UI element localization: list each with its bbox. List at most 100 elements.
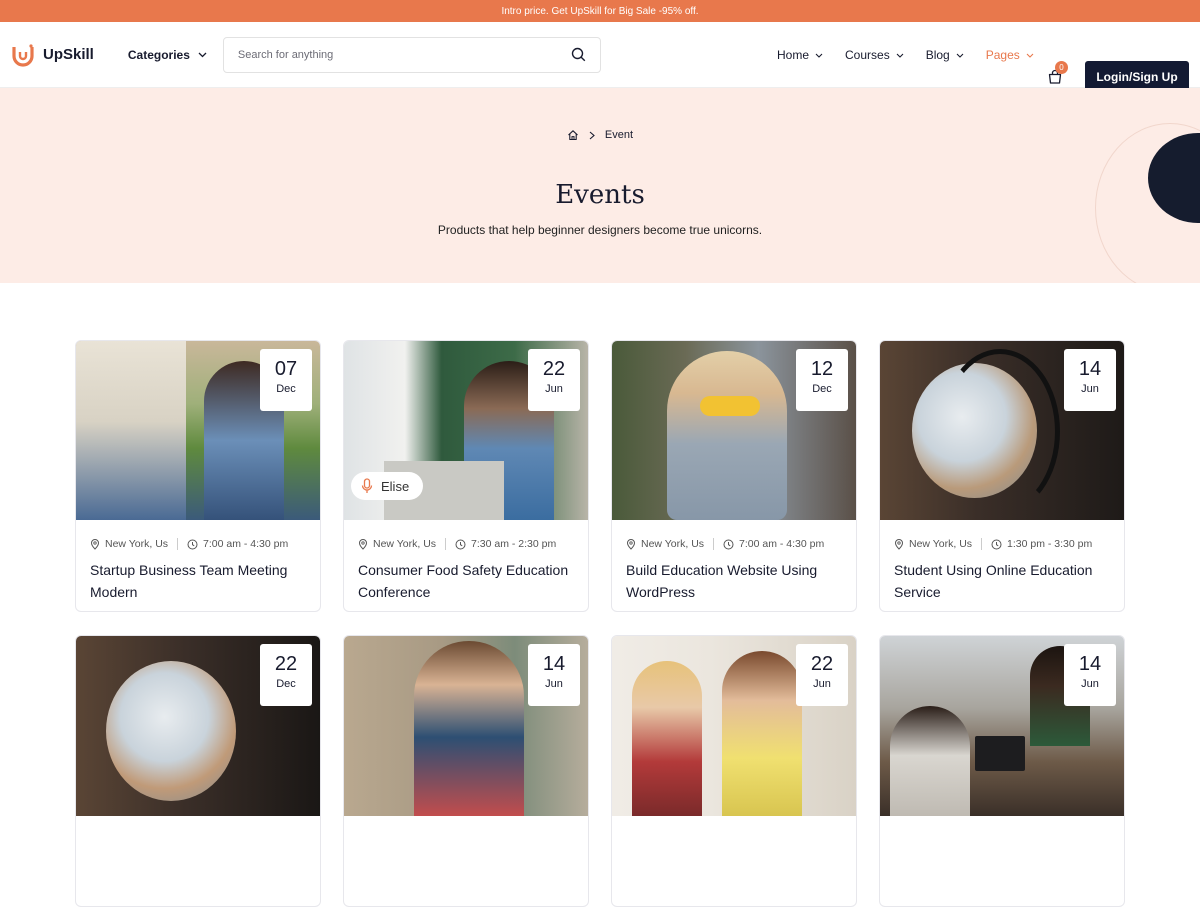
event-card[interactable]: 14 Jun xyxy=(879,635,1125,907)
home-icon[interactable] xyxy=(567,129,579,141)
event-time-text: 1:30 pm - 3:30 pm xyxy=(1007,538,1093,550)
event-month: Jun xyxy=(545,678,563,690)
logo[interactable]: UpSkill xyxy=(11,43,94,67)
event-image[interactable]: 14 Jun xyxy=(880,341,1124,520)
chevron-down-icon xyxy=(956,53,964,58)
event-card[interactable]: 12 Dec New York, Us 7:00 am - 4:30 pm Bu… xyxy=(611,340,857,612)
menu-item-label: Home xyxy=(777,48,810,62)
divider xyxy=(981,538,983,550)
event-image[interactable]: 14 Jun xyxy=(344,636,588,816)
event-title[interactable]: Build Education Website Using WordPress xyxy=(612,556,856,603)
divider xyxy=(445,538,447,550)
event-card[interactable]: 07 Dec New York, Us 7:00 am - 4:30 pm St… xyxy=(75,340,321,612)
menu-item-label: Pages xyxy=(985,48,1020,62)
breadcrumb: Event xyxy=(0,129,1200,141)
event-location-text: New York, Us xyxy=(105,538,169,550)
menu-item-courses[interactable]: Courses xyxy=(845,48,904,62)
location-pin-icon xyxy=(626,538,636,550)
event-date: 22 Jun xyxy=(796,644,848,706)
event-image[interactable]: 07 Dec xyxy=(76,341,320,520)
event-month: Jun xyxy=(545,383,563,395)
event-time-text: 7:00 am - 4:30 pm xyxy=(739,538,825,550)
event-card[interactable]: 14 Jun xyxy=(343,635,589,907)
event-card[interactable]: 22 Dec xyxy=(75,635,321,907)
event-card[interactable]: 14 Jun New York, Us 1:30 pm - 3:30 pm St… xyxy=(879,340,1125,612)
chevron-down-icon xyxy=(1026,53,1034,58)
search-icon[interactable] xyxy=(571,47,586,62)
categories-label: Categories xyxy=(127,47,190,62)
clock-icon xyxy=(187,539,198,549)
event-day: 22 xyxy=(810,653,834,675)
menu-item-home[interactable]: Home xyxy=(777,48,823,62)
page-hero: Event Events Products that help beginner… xyxy=(0,88,1200,283)
event-day: 14 xyxy=(1078,653,1102,675)
event-image[interactable]: 14 Jun xyxy=(880,636,1124,816)
event-title[interactable]: Startup Business Team Meeting Modern xyxy=(76,556,320,603)
location-pin-icon xyxy=(90,538,100,550)
event-time-text: 7:00 am - 4:30 pm xyxy=(203,538,289,550)
menu-item-label: Courses xyxy=(845,48,890,62)
event-day: 14 xyxy=(1078,358,1102,380)
breadcrumb-current: Event xyxy=(604,129,634,141)
location-pin-icon xyxy=(358,538,368,550)
event-location-text: New York, Us xyxy=(909,538,973,550)
clock-icon xyxy=(455,539,466,549)
event-location-text: New York, Us xyxy=(373,538,437,550)
event-time: 7:00 am - 4:30 pm xyxy=(187,538,288,550)
event-title[interactable]: Consumer Food Safety Education Conferenc… xyxy=(344,556,588,603)
speaker-badge: Elise xyxy=(351,472,424,500)
chevron-down-icon xyxy=(815,53,823,58)
microphone-icon xyxy=(361,478,373,493)
event-month: Dec xyxy=(276,383,296,395)
event-meta: New York, Us 7:00 am - 4:30 pm xyxy=(612,520,856,556)
event-month: Dec xyxy=(812,383,832,395)
menu-item-label: Blog xyxy=(925,48,950,62)
logo-text: UpSkill xyxy=(43,46,94,63)
event-day: 12 xyxy=(810,358,834,380)
search-input[interactable] xyxy=(237,48,538,61)
event-location-text: New York, Us xyxy=(641,538,705,550)
speaker-name: Elise xyxy=(381,478,410,494)
event-date: 07 Dec xyxy=(260,349,312,411)
menu-item-blog[interactable]: Blog xyxy=(926,48,964,62)
promo-text: Intro price. Get UpSkill for Big Sale -9… xyxy=(501,5,699,17)
event-date: 12 Dec xyxy=(796,349,848,411)
event-image[interactable]: 22 Dec xyxy=(76,636,320,816)
event-time-text: 7:30 am - 2:30 pm xyxy=(471,538,557,550)
event-day: 22 xyxy=(274,653,298,675)
promo-bar: Intro price. Get UpSkill for Big Sale -9… xyxy=(0,0,1200,22)
event-month: Dec xyxy=(276,678,296,690)
search-bar xyxy=(222,36,601,73)
event-image[interactable]: 12 Dec xyxy=(612,341,856,520)
event-meta: New York, Us 1:30 pm - 3:30 pm xyxy=(880,520,1124,556)
divider xyxy=(177,538,179,550)
event-day: 14 xyxy=(542,653,566,675)
menu-item-pages[interactable]: Pages xyxy=(986,48,1034,62)
events-grid: 07 Dec New York, Us 7:00 am - 4:30 pm St… xyxy=(75,340,1125,907)
event-day: 22 xyxy=(542,358,566,380)
event-image[interactable]: 22 Jun Elise xyxy=(344,341,588,520)
event-date: 14 Jun xyxy=(1064,349,1116,411)
cart-count-badge: 0 xyxy=(1055,61,1068,74)
divider xyxy=(713,538,715,550)
event-meta: New York, Us 7:30 am - 2:30 pm xyxy=(344,520,588,556)
event-location: New York, Us xyxy=(626,538,704,550)
page-title: Events xyxy=(555,180,645,210)
event-location: New York, Us xyxy=(90,538,168,550)
location-pin-icon xyxy=(894,538,904,550)
event-date: 14 Jun xyxy=(1064,644,1116,706)
event-month: Jun xyxy=(1081,678,1099,690)
event-location: New York, Us xyxy=(894,538,972,550)
event-time: 7:30 am - 2:30 pm xyxy=(455,538,556,550)
clock-icon xyxy=(991,539,1002,549)
event-card[interactable]: 22 Jun xyxy=(611,635,857,907)
event-date: 22 Dec xyxy=(260,644,312,706)
event-time: 7:00 am - 4:30 pm xyxy=(723,538,824,550)
event-title[interactable]: Student Using Online Education Service xyxy=(880,556,1124,603)
chevron-down-icon xyxy=(896,53,904,58)
categories-dropdown[interactable]: Categories xyxy=(128,48,207,62)
event-card[interactable]: 22 Jun Elise New York, Us 7:30 am - 2:30… xyxy=(343,340,589,612)
event-month: Jun xyxy=(1081,383,1099,395)
event-image[interactable]: 22 Jun xyxy=(612,636,856,816)
navbar: UpSkill Categories Home Courses Blog Pag… xyxy=(0,22,1200,92)
